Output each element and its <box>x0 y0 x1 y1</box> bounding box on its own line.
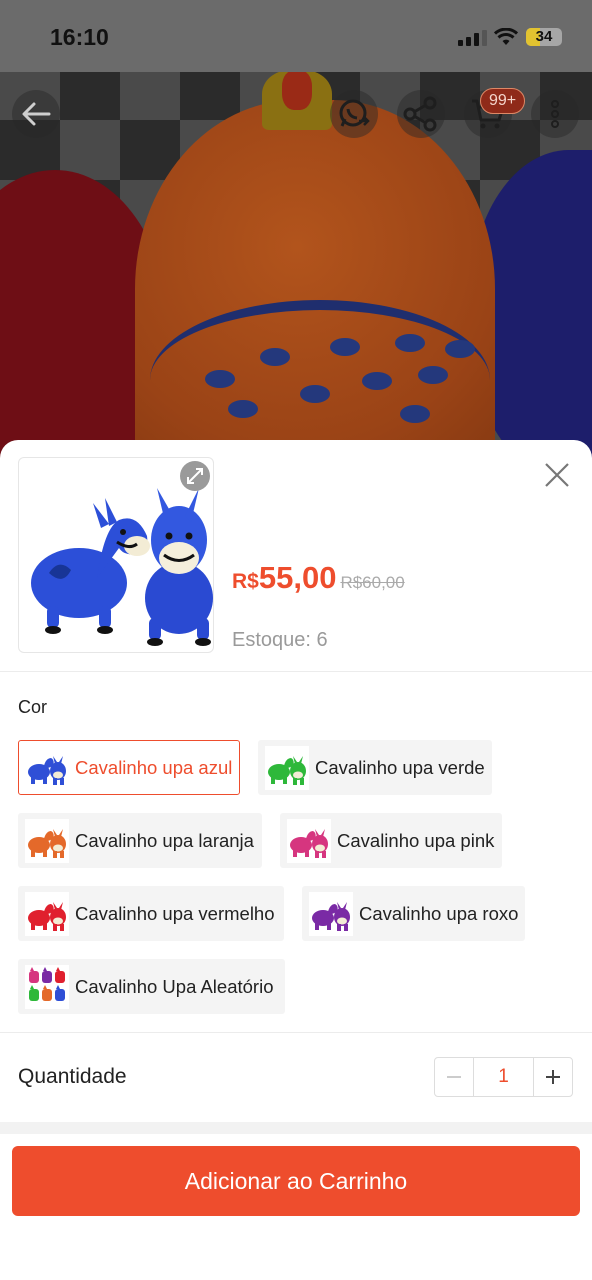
expand-icon <box>187 468 203 484</box>
variant-selection-sheet: R$55,00 R$60,00 Estoque: 6 Cor Cavalinho … <box>0 440 592 1280</box>
cellular-signal-icon <box>458 30 487 46</box>
variant-option[interactable]: Cavalinho upa laranja <box>18 813 262 868</box>
product-price: R$55,00 R$60,00 <box>232 560 405 596</box>
variant-option-label: Cavalinho upa vermelho <box>75 902 275 924</box>
variant-thumbnail-icon <box>309 891 353 936</box>
close-icon <box>545 463 569 487</box>
cart-count-badge: 99+ <box>480 88 526 114</box>
wifi-icon <box>494 28 518 45</box>
add-to-cart-button[interactable]: Adicionar ao Carrinho <box>12 1146 580 1216</box>
share-button[interactable] <box>397 90 445 138</box>
price-currency: R$ <box>232 570 259 593</box>
stock-count: Estoque: 6 <box>232 629 328 651</box>
variant-thumbnail-icon <box>25 745 69 790</box>
variant-option-label: Cavalinho upa laranja <box>75 829 254 851</box>
more-options-button[interactable] <box>531 90 579 138</box>
divider <box>0 1032 592 1033</box>
back-button[interactable] <box>12 90 60 138</box>
variant-option[interactable]: Cavalinho upa azul <box>18 740 240 795</box>
section-separator <box>0 1122 592 1134</box>
variant-section-label: Cor <box>18 697 48 717</box>
decrease-quantity-button[interactable] <box>435 1058 473 1096</box>
variant-option-label: Cavalinho upa verde <box>315 756 485 778</box>
variant-option-label: Cavalinho Upa Aleatório <box>75 975 274 997</box>
variant-option[interactable]: Cavalinho upa vermelho <box>18 886 284 941</box>
variant-option[interactable]: Cavalinho upa pink <box>280 813 502 868</box>
whatsapp-icon <box>339 99 370 127</box>
share-icon <box>403 96 437 132</box>
variant-option[interactable]: Cavalinho upa verde <box>258 740 492 795</box>
back-arrow-icon <box>22 102 51 126</box>
expand-image-button[interactable] <box>180 461 210 491</box>
variant-option-label: Cavalinho upa roxo <box>359 902 519 924</box>
minus-icon <box>447 1076 461 1078</box>
variant-option[interactable]: Cavalinho Upa Aleatório <box>18 959 285 1014</box>
original-price: R$60,00 <box>340 573 405 592</box>
more-vertical-icon <box>551 100 559 128</box>
variant-thumbnail-icon <box>25 818 69 863</box>
variant-thumbnail-icon <box>25 964 69 1009</box>
close-sheet-button[interactable] <box>542 460 572 490</box>
quantity-input[interactable]: 1 <box>473 1058 534 1096</box>
variant-option[interactable]: Cavalinho upa roxo <box>302 886 525 941</box>
variant-thumbnail-icon <box>265 745 309 790</box>
quantity-stepper: 1 <box>434 1057 573 1097</box>
quantity-label: Quantidade <box>18 1065 127 1088</box>
divider <box>0 671 592 672</box>
battery-level: 34 <box>535 28 553 45</box>
status-bar: 16:10 34 <box>0 0 592 72</box>
variant-option-label: Cavalinho upa pink <box>337 829 495 851</box>
variant-option-label: Cavalinho upa azul <box>75 756 233 778</box>
variant-thumbnail-icon <box>25 891 69 936</box>
price-value: 55,00 <box>258 560 337 595</box>
variant-thumbnail-icon <box>287 818 331 863</box>
whatsapp-share-button[interactable] <box>330 90 378 138</box>
plus-icon <box>546 1070 560 1084</box>
increase-quantity-button[interactable] <box>534 1058 572 1096</box>
battery-icon: 34 <box>526 28 562 46</box>
status-time: 16:10 <box>50 24 109 50</box>
